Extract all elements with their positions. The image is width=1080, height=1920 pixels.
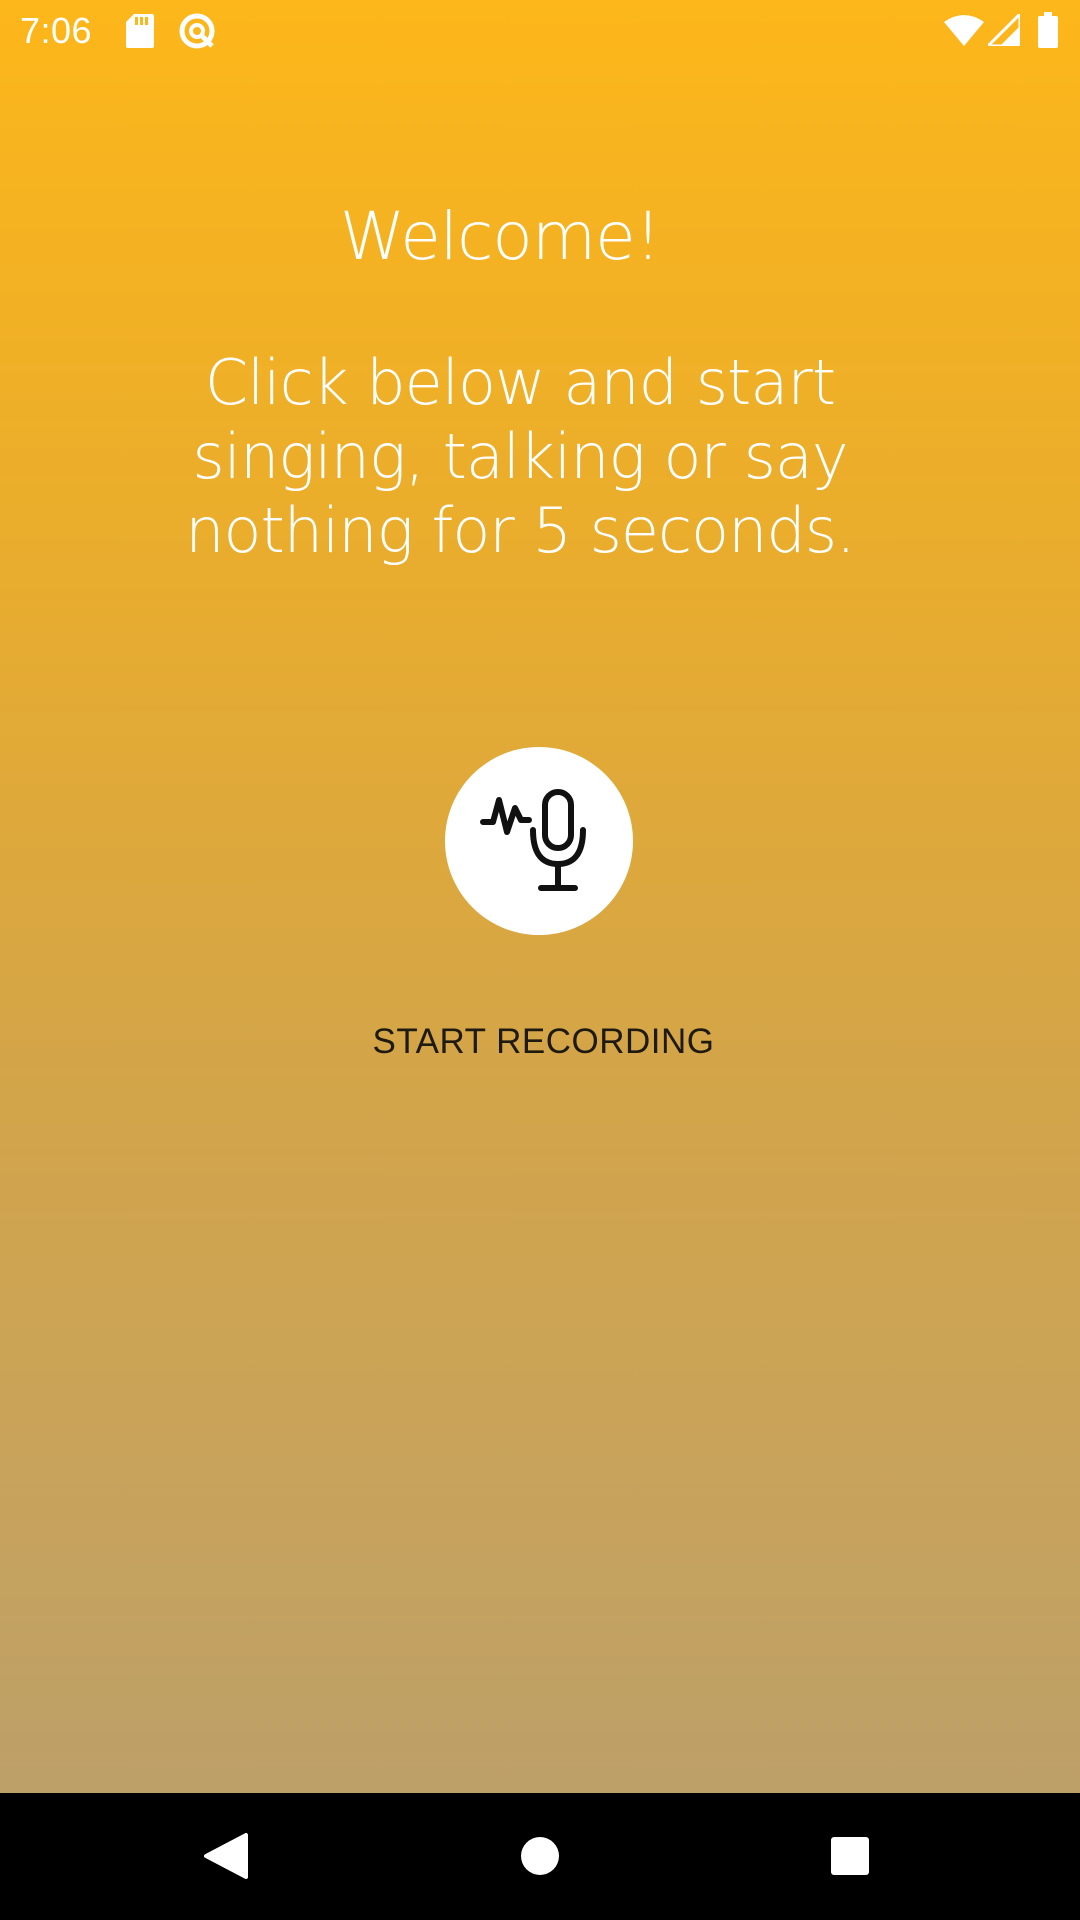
microphone-waveform-icon xyxy=(480,789,586,891)
recents-icon xyxy=(831,1837,869,1875)
back-icon xyxy=(204,1833,248,1879)
start-recording-button[interactable] xyxy=(445,747,633,935)
home-icon xyxy=(521,1837,559,1875)
instructions-text: Click below and start singing, talking o… xyxy=(185,346,856,567)
start-recording-label[interactable]: START RECORDING xyxy=(340,1022,747,1062)
back-button[interactable] xyxy=(192,1823,258,1889)
main-content: Welcome! Click below and start singing, … xyxy=(0,0,1080,1793)
navigation-bar xyxy=(0,1793,1080,1920)
home-button[interactable] xyxy=(507,1823,573,1889)
recents-button[interactable] xyxy=(817,1823,883,1889)
welcome-title: Welcome! xyxy=(339,198,661,275)
